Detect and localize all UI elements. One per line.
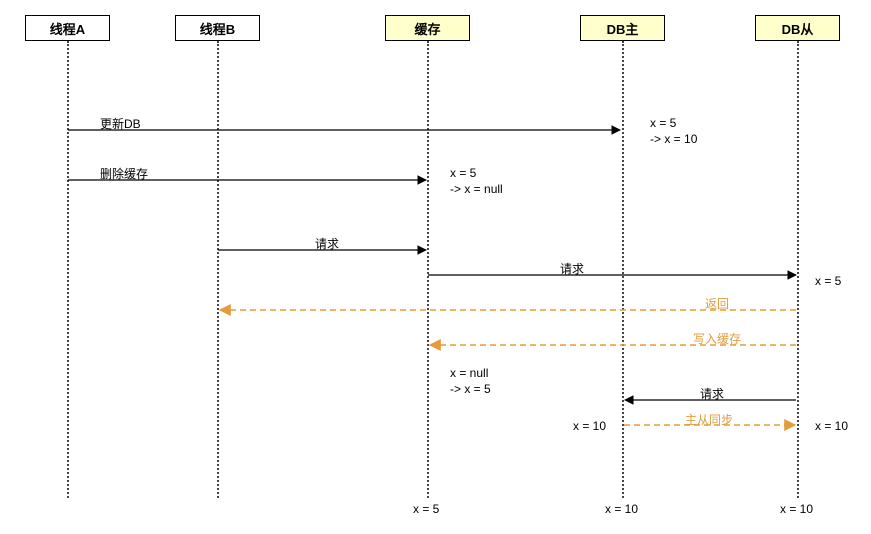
participant-db-master: DB主 bbox=[580, 15, 665, 41]
endlabel-db-master: x = 10 bbox=[605, 502, 638, 516]
label-write-cache: 写入缓存 bbox=[693, 330, 741, 347]
lifeline-thread-a bbox=[67, 41, 69, 498]
note-cache-write-line1: x = null bbox=[450, 366, 488, 380]
endlabel-db-slave: x = 10 bbox=[780, 502, 813, 516]
note-cache-delete-line2: -> x = null bbox=[450, 182, 503, 196]
note-db-master-update: x = 5 -> x = 10 bbox=[650, 115, 697, 147]
note-db-master-update-line1: x = 5 bbox=[650, 116, 676, 130]
participant-cache: 缓存 bbox=[385, 15, 470, 41]
note-cache-delete: x = 5 -> x = null bbox=[450, 165, 503, 197]
label-delete-cache: 删除缓存 bbox=[100, 165, 148, 182]
note-slave-sync-right: x = 10 bbox=[815, 418, 848, 434]
participant-thread-b: 线程B bbox=[175, 15, 260, 41]
label-request-2: 请求 bbox=[560, 260, 584, 277]
arrows-layer bbox=[0, 0, 871, 534]
lifeline-db-master bbox=[622, 41, 624, 498]
note-cache-write-line2: -> x = 5 bbox=[450, 382, 491, 396]
note-master-sync-left: x = 10 bbox=[573, 418, 606, 434]
lifeline-db-slave bbox=[797, 41, 799, 498]
label-request-3: 请求 bbox=[700, 385, 724, 402]
lifeline-thread-b bbox=[217, 41, 219, 498]
note-slave-read-value: x = 5 bbox=[815, 273, 841, 289]
note-cache-write: x = null -> x = 5 bbox=[450, 365, 491, 397]
label-return: 返回 bbox=[705, 295, 729, 312]
sequence-diagram: 线程A 线程B 缓存 DB主 DB从 bbox=[0, 0, 871, 534]
label-request-1: 请求 bbox=[315, 235, 339, 252]
label-update-db: 更新DB bbox=[100, 115, 141, 132]
note-cache-delete-line1: x = 5 bbox=[450, 166, 476, 180]
label-master-slave-sync: 主从同步 bbox=[685, 411, 733, 428]
endlabel-cache: x = 5 bbox=[413, 502, 439, 516]
note-db-master-update-line2: -> x = 10 bbox=[650, 132, 697, 146]
participant-thread-a: 线程A bbox=[25, 15, 110, 41]
participant-db-slave: DB从 bbox=[755, 15, 840, 41]
lifeline-cache bbox=[427, 41, 429, 498]
